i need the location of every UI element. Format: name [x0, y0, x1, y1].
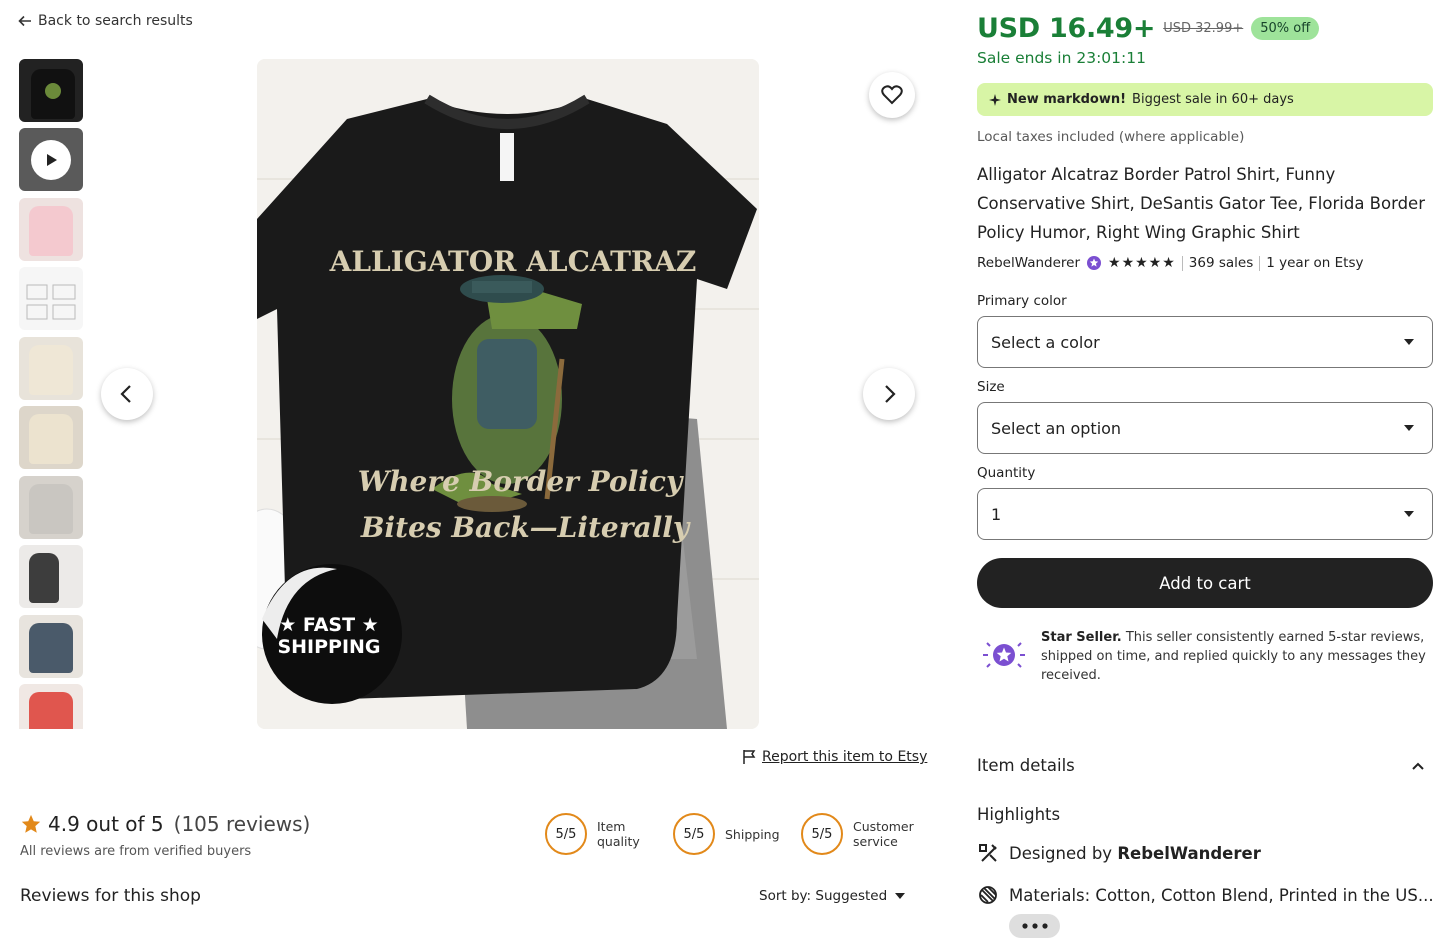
thumbnail-strip	[19, 59, 83, 729]
thumbnail-9[interactable]	[19, 615, 83, 678]
score-label: Item quality	[597, 819, 640, 849]
highlights-heading: Highlights	[977, 805, 1061, 824]
print-line-2: Bites Back—Literally	[360, 511, 691, 544]
play-icon	[31, 140, 71, 180]
size-select-value: Select an option	[991, 418, 1122, 438]
sticker-line-1: ★ FAST ★	[279, 614, 378, 636]
report-item-link[interactable]: Report this item to Etsy	[742, 749, 927, 765]
thumbnail-6[interactable]	[19, 406, 83, 469]
thumbnail-5[interactable]	[19, 337, 83, 400]
shop-age: 1 year on Etsy	[1266, 255, 1364, 271]
star-seller-badge-icon	[1087, 256, 1102, 270]
materials-row: Materials: Cotton, Cotton Blend, Printed…	[977, 884, 1434, 906]
sale-countdown: Sale ends in 23:01:11	[977, 49, 1146, 67]
rating-stars: ★★★★★	[1108, 255, 1176, 271]
markdown-text: Biggest sale in 60+ days	[1132, 92, 1294, 107]
thumbnail-10[interactable]	[19, 684, 83, 729]
divider	[1181, 255, 1183, 271]
item-details-toggle[interactable]: Item details	[977, 756, 1433, 775]
divider	[1259, 255, 1261, 271]
flag-icon	[743, 750, 756, 764]
sales-count: 369 sales	[1188, 255, 1254, 271]
reviews-section-title: Reviews for this shop	[20, 886, 201, 906]
favorite-button[interactable]	[869, 72, 915, 118]
sticker-line-2: SHIPPING	[277, 636, 380, 658]
thumbnail-8[interactable]	[19, 545, 83, 608]
chevron-left-icon	[120, 385, 131, 403]
score-customer-service: 5/5 Customer service	[801, 813, 923, 855]
materials-icon	[979, 886, 997, 904]
seller-info: RebelWanderer ★★★★★ 369 sales 1 year on …	[977, 255, 1364, 271]
item-details-heading: Item details	[977, 756, 1075, 775]
print-line-1: Where Border Policy	[358, 465, 684, 498]
score-item-quality: 5/5 Item quality	[545, 813, 653, 855]
previous-image-button[interactable]	[101, 368, 153, 420]
arrow-left-icon	[18, 15, 31, 27]
score-shipping: 5/5 Shipping	[673, 813, 780, 855]
color-label: Primary color	[977, 293, 1067, 309]
quantity-label: Quantity	[977, 465, 1036, 481]
thumbnail-4[interactable]	[19, 267, 83, 330]
quantity-select[interactable]: 1	[977, 488, 1433, 540]
price-original: USD 32.99+	[1163, 21, 1244, 36]
star-seller-info: Star Seller. This seller consistently ea…	[977, 628, 1437, 685]
review-count: (105 reviews)	[173, 812, 311, 836]
product-title: Alligator Alcatraz Border Patrol Shirt, …	[977, 165, 1425, 242]
main-product-image: ALLIGATOR ALCATRAZ Where Border Policy B…	[257, 59, 759, 729]
thumbnail-3[interactable]	[19, 198, 83, 261]
star-seller-title: Star Seller.	[1041, 630, 1122, 645]
sort-dropdown[interactable]: Sort by: Suggested	[759, 888, 906, 904]
score-value: 5/5	[801, 813, 843, 855]
back-label: Back to search results	[38, 13, 193, 29]
discount-badge: 50% off	[1251, 17, 1320, 40]
chevron-right-icon	[885, 385, 896, 403]
caret-down-icon	[1404, 339, 1414, 345]
rating-value: 4.9 out of 5	[48, 812, 164, 836]
markdown-title: New markdown!	[1007, 92, 1127, 107]
thumbnail-1[interactable]	[19, 59, 83, 122]
caret-down-icon	[1404, 511, 1414, 517]
color-select[interactable]: Select a color	[977, 316, 1433, 368]
designed-prefix: Designed by	[1009, 843, 1113, 863]
size-select[interactable]: Select an option	[977, 402, 1433, 454]
score-label: Customer service	[853, 819, 914, 849]
report-label: Report this item to Etsy	[762, 749, 928, 765]
score-value: 5/5	[545, 813, 587, 855]
star-icon	[21, 814, 41, 833]
materials-text: Materials: Cotton, Cotton Blend, Printed…	[1009, 885, 1434, 905]
shirt-illustration: ALLIGATOR ALCATRAZ Where Border Policy B…	[257, 59, 759, 729]
seller-name[interactable]: RebelWanderer	[977, 255, 1080, 271]
shop-rating: 4.9 out of 5 (105 reviews)	[20, 812, 310, 836]
thumbnail-7[interactable]	[19, 476, 83, 539]
designed-by-row: Designed by RebelWanderer	[977, 842, 1261, 864]
caret-down-icon	[1404, 425, 1414, 431]
heart-icon	[881, 85, 903, 105]
price-block: USD 16.49+ USD 32.99+ 50% off	[977, 13, 1320, 44]
sparkle-icon	[989, 93, 1001, 106]
score-value: 5/5	[673, 813, 715, 855]
sort-label: Sort by: Suggested	[759, 888, 888, 904]
back-to-search-link[interactable]: Back to search results	[18, 13, 193, 29]
add-to-cart-button[interactable]: Add to cart	[977, 558, 1433, 608]
thumbnail-2-video[interactable]	[19, 128, 83, 191]
size-label: Size	[977, 379, 1005, 395]
star-seller-icon	[983, 642, 1025, 668]
next-image-button[interactable]	[863, 368, 915, 420]
quantity-select-value: 1	[991, 504, 1002, 524]
taxes-note: Local taxes included (where applicable)	[977, 129, 1245, 145]
more-details-button[interactable]	[1009, 914, 1060, 938]
designer-link[interactable]: RebelWanderer	[1117, 844, 1261, 863]
price-current: USD 16.49+	[977, 13, 1156, 44]
caret-down-icon	[895, 893, 906, 899]
chevron-up-icon	[1412, 762, 1424, 770]
design-tools-icon	[979, 844, 997, 862]
markdown-banner: New markdown! Biggest sale in 60+ days	[977, 83, 1433, 116]
print-headline: ALLIGATOR ALCATRAZ	[329, 245, 697, 278]
verified-note: All reviews are from verified buyers	[20, 844, 252, 859]
score-label: Shipping	[725, 826, 780, 842]
more-dots-icon	[1021, 923, 1048, 929]
color-select-value: Select a color	[991, 332, 1100, 352]
